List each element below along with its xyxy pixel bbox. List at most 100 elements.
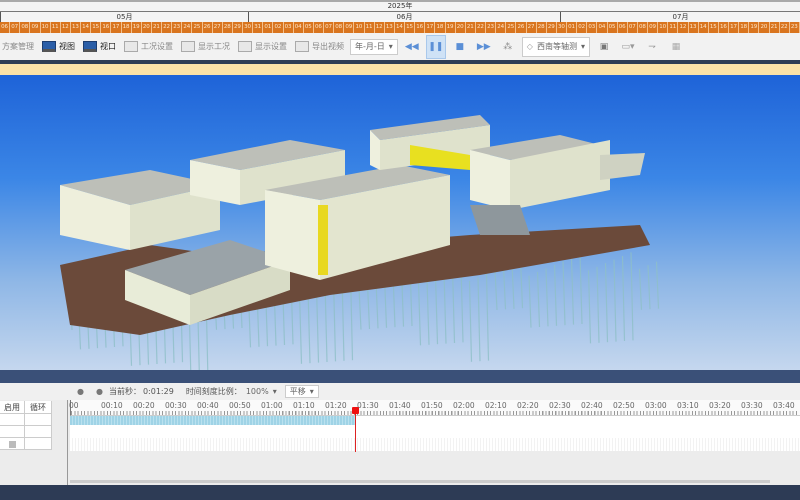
animation-track[interactable] — [70, 416, 800, 427]
export-video-button[interactable]: 导出视频 — [293, 36, 346, 58]
fast-forward-button[interactable]: ▶▶ — [474, 35, 494, 59]
scale-label: 时间刻度比例： — [185, 387, 242, 396]
time-tick: 03:20 — [709, 401, 731, 410]
row-cell — [25, 438, 52, 450]
day-cell: 13 — [71, 22, 81, 33]
pile — [596, 266, 600, 343]
scale-select[interactable]: 100% ▾ — [242, 385, 281, 398]
playhead[interactable] — [354, 408, 356, 452]
time-tick: 00:10 — [101, 401, 123, 410]
day-cell: 14 — [81, 22, 92, 33]
cube-icon: ◇ — [526, 42, 533, 51]
splitter[interactable] — [67, 400, 68, 485]
time-tick: 00:30 — [165, 401, 187, 410]
time-tick: 02:50 — [613, 401, 635, 410]
pause-icon: ❚❚ — [428, 41, 444, 52]
viewport-label: 视口 — [100, 42, 116, 51]
year-label: 2025年 — [387, 2, 413, 10]
rewind-button[interactable]: ◀◀ — [402, 35, 422, 59]
scale-value: 100% — [245, 387, 269, 396]
viewport-button[interactable]: 视口 — [81, 36, 118, 58]
pile — [613, 259, 617, 342]
day-cell: 04 — [597, 22, 608, 33]
chevron-down-icon: ▾ — [272, 387, 277, 396]
pile — [638, 268, 643, 310]
bomb-icon[interactable]: ● — [96, 387, 103, 396]
playhead-handle[interactable] — [351, 407, 359, 414]
view-direction-select[interactable]: ◇ 西南等轴测 ▾ — [521, 36, 590, 57]
day-cell: 16 — [719, 22, 729, 33]
day-cell: 11 — [668, 22, 679, 33]
3d-viewport[interactable] — [0, 75, 800, 382]
enable-checkbox[interactable] — [8, 441, 16, 448]
pile — [451, 267, 456, 344]
day-cell: 08 — [334, 22, 345, 33]
export-video-label: 导出视频 — [312, 42, 344, 51]
day-cell: 18 — [739, 22, 750, 33]
pile — [587, 270, 592, 344]
day-cell: 18 — [122, 22, 132, 33]
monitor-icon — [42, 41, 56, 52]
pause-button[interactable]: ❚❚ — [425, 34, 446, 59]
day-cell: 29 — [547, 22, 557, 33]
day-cell: 15 — [405, 22, 416, 33]
animation-clip[interactable] — [70, 416, 355, 425]
ruler-button[interactable]: ▭▾ — [618, 35, 638, 59]
record-icon[interactable]: ● — [77, 387, 84, 396]
day-cell: 25 — [506, 22, 517, 33]
display-settings-button[interactable]: 显示设置 — [236, 36, 289, 58]
pile — [562, 261, 566, 326]
day-cell: 19 — [446, 22, 456, 33]
plan-manage-button[interactable]: 方案管理 — [0, 36, 36, 58]
time-tick: 01:00 — [261, 401, 283, 410]
time-tick: 00 — [69, 401, 79, 410]
time-tick: 01:50 — [421, 401, 443, 410]
timeline-panel: 启用 循环 00 00:10 00:20 00:30 00:40 00:50 01:00 01… — [0, 400, 800, 485]
pile — [570, 257, 575, 325]
building-block — [600, 153, 645, 180]
day-cell: 16 — [101, 22, 112, 33]
grid-button[interactable]: ▦ — [666, 35, 686, 59]
time-ruler[interactable]: 00 00:10 00:20 00:30 00:40 00:50 01:00 01:10 01:… — [69, 400, 800, 416]
info-bar — [0, 64, 800, 75]
stop-button[interactable]: ■ — [450, 35, 470, 59]
day-cell: 04 — [294, 22, 304, 33]
fast-forward-icon: ▶▶ — [476, 41, 491, 52]
day-cell: 28 — [537, 22, 547, 33]
day-cell: 29 — [233, 22, 243, 33]
time-tick: 02:20 — [517, 401, 539, 410]
day-cell: 31 — [253, 22, 264, 33]
grid-icon: ▦ — [671, 41, 681, 52]
day-cell: 05 — [304, 22, 314, 33]
chevron-down-icon: ▾ — [388, 42, 393, 51]
condition-settings-label: 工况设置 — [141, 42, 173, 51]
condition-settings-button[interactable]: 工况设置 — [122, 36, 175, 58]
date-format-select[interactable]: 年-月-日 ▾ — [350, 38, 398, 55]
row-cell — [0, 414, 25, 426]
document-gear-icon — [124, 41, 138, 52]
current-time-value: 0:01:29 — [142, 387, 174, 396]
day-cell: 10 — [41, 22, 51, 33]
pile — [553, 264, 558, 326]
view-button[interactable]: 视图 — [40, 36, 77, 58]
mode-select[interactable]: 平移 ▾ — [284, 385, 319, 398]
day-cell: 15 — [709, 22, 719, 33]
pile — [443, 271, 447, 344]
horizontal-scrollbar[interactable] — [70, 480, 770, 483]
gantt-day-row: 06 07 08 09 10 11 12 13 14 15 16 17 18 19 20 21 22 23 24 25… — [0, 22, 800, 33]
building-block — [470, 150, 510, 210]
show-condition-button[interactable]: 显示工况 — [179, 36, 232, 58]
pile — [647, 265, 651, 310]
pile — [307, 289, 311, 364]
chevron-down-icon: ▾ — [309, 387, 314, 396]
day-cell: 06 — [618, 22, 628, 33]
structure-button[interactable]: ⁂ — [498, 35, 518, 59]
day-cell: 23 — [790, 22, 800, 33]
time-tick: 01:20 — [325, 401, 347, 410]
measure-button[interactable]: ⇁ — [642, 35, 662, 59]
screenshot-button[interactable]: ▣ — [594, 35, 614, 59]
time-tick: 02:40 — [581, 401, 603, 410]
time-tick: 02:30 — [549, 401, 571, 410]
day-cell: 25 — [192, 22, 203, 33]
ruler-minor-ticks — [71, 411, 799, 415]
